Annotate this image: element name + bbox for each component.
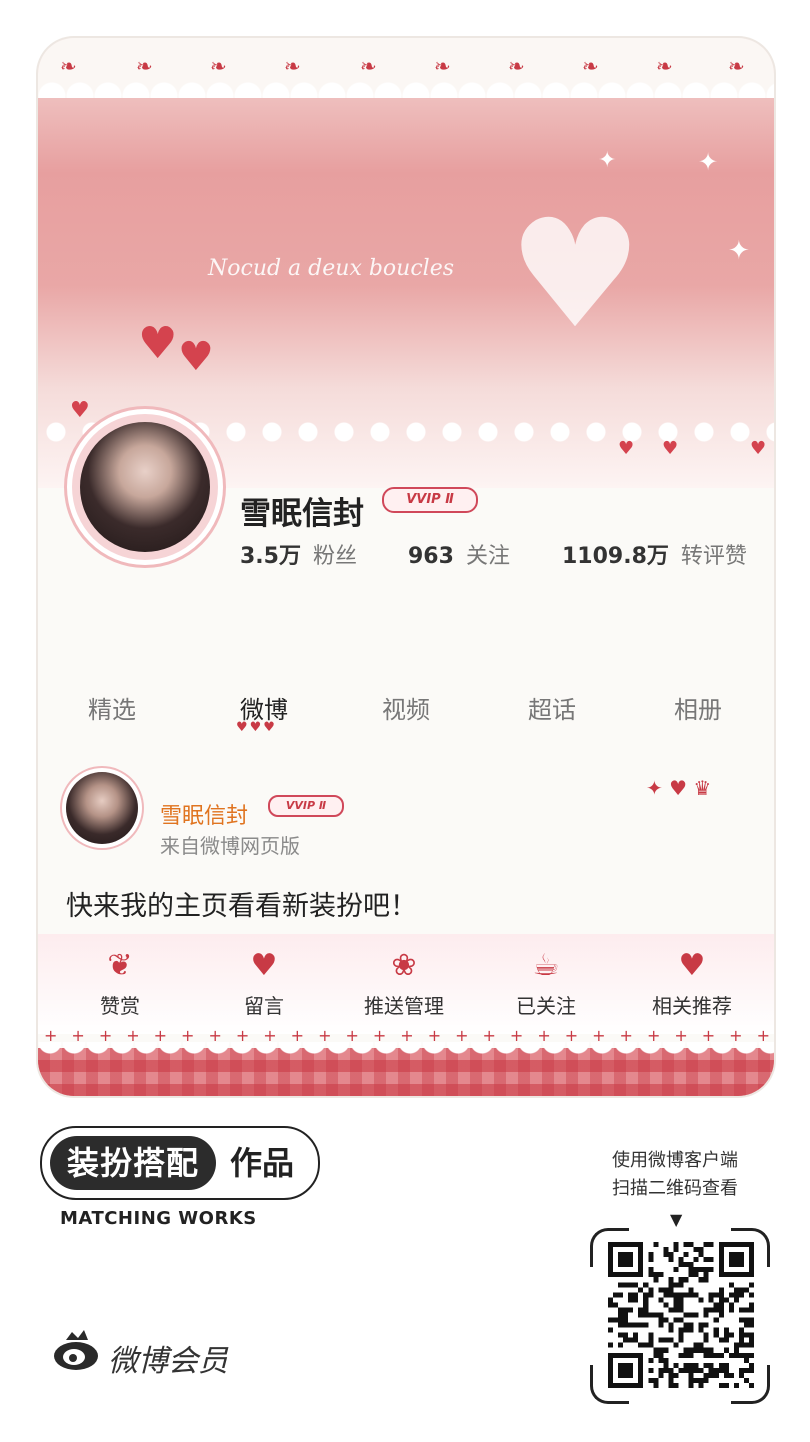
heart-icon: ♥ [662, 438, 679, 459]
bow-icon: ❧ [136, 54, 153, 78]
stat-label: 关注 [465, 544, 510, 569]
stat-following[interactable]: 963 关注 [408, 538, 510, 570]
badge-subtitle: 作品 [230, 1144, 295, 1182]
bow-icon: ❧ [284, 54, 301, 78]
teapot-icon: ☕ [532, 948, 560, 983]
heart-box-icon: ♥ [678, 948, 706, 983]
action-followed[interactable]: 已关注 [486, 990, 606, 1019]
heart-icon: ♥ [508, 188, 643, 362]
post-action-bar: ❦ 赞赏 ♥ 留言 ❀ 推送管理 ☕ 已关注 ♥ 相关推荐 [38, 934, 774, 1034]
post-vvip-badge[interactable]: VVIP Ⅱ [268, 795, 344, 817]
matching-works-label: MATCHING WORKS [60, 1208, 257, 1229]
heart-icon: ♥ [70, 398, 90, 423]
weibo-logo-icon [54, 1330, 98, 1370]
avatar[interactable] [80, 422, 210, 552]
active-tab-indicator: ♥♥♥ [236, 720, 277, 735]
badge-title: 装扮搭配 [50, 1136, 216, 1190]
qr-code[interactable] [608, 1242, 754, 1388]
bow-icon: ❧ [656, 54, 673, 78]
stat-interactions[interactable]: 1109.8万 转评赞 [562, 538, 747, 570]
tab-featured[interactable]: 精选 [52, 690, 172, 725]
bow-icon: ❧ [210, 54, 227, 78]
post-decoration: ✦ ♥ ♛ [646, 776, 712, 800]
stat-label: 转评赞 [680, 544, 747, 569]
stat-value: 3.5万 [240, 544, 301, 569]
lace-trim-bottom [38, 1042, 774, 1058]
star-icon: ✦ [728, 236, 750, 266]
bow-icon: ❧ [728, 54, 745, 78]
theme-preview-card: ❧ ❧ ❧ ❧ ❧ ❧ ❧ ❧ ❧ ❧ Nocud a deux boucles… [38, 38, 774, 1096]
bow-icon: ❧ [60, 54, 77, 78]
heart-icon: ♥ [178, 334, 214, 380]
bow-icon: ❧ [434, 54, 451, 78]
profile-tabs: 精选 微博 视频 超话 相册 [38, 690, 774, 740]
profile-name: 雪眠信封 [240, 496, 364, 532]
banner-script-text: Nocud a deux boucles [208, 256, 455, 281]
heart-icon: ♥ [618, 438, 635, 459]
scan-instruction-2: 扫描二维码查看 [612, 1178, 738, 1199]
post-avatar[interactable] [66, 772, 138, 844]
bow-icon: ❧ [360, 54, 377, 78]
heart-icon: ♥ [138, 318, 178, 369]
heart-gem-icon: ♥ [250, 948, 278, 983]
post-text: 快来我的主页看看新装扮吧！ [66, 891, 417, 922]
butterfly-icon: ❦ [107, 948, 133, 983]
tab-video[interactable]: 视频 [346, 690, 466, 725]
down-arrow-icon: ▼ [670, 1210, 683, 1229]
stat-fans[interactable]: 3.5万 粉丝 [240, 538, 357, 570]
action-push-manage[interactable]: 推送管理 [344, 990, 464, 1019]
action-comment[interactable]: 留言 [204, 990, 324, 1019]
matching-works-badge: 装扮搭配 作品 [40, 1126, 320, 1200]
scan-instruction-1: 使用微博客户端 [612, 1150, 738, 1171]
vvip-badge[interactable]: VVIP Ⅱ [382, 487, 478, 513]
profile-avatar-frame[interactable] [72, 414, 218, 560]
bow-icon: ❧ [582, 54, 599, 78]
stat-value: 963 [408, 544, 454, 569]
heart-icon: ♥ [750, 438, 767, 459]
tab-supertopic[interactable]: 超话 [492, 690, 612, 725]
cherry-icon: ❀ [391, 948, 417, 983]
weibo-vip-brand: 微博会员 [108, 1344, 228, 1379]
post-author-name[interactable]: 雪眠信封 [160, 798, 248, 830]
action-reward[interactable]: 赞赏 [60, 990, 180, 1019]
post-source: 来自微博网页版 [160, 834, 300, 858]
bow-icon: ❧ [508, 54, 525, 78]
tab-album[interactable]: 相册 [638, 690, 758, 725]
stat-value: 1109.8万 [562, 544, 669, 569]
stat-label: 粉丝 [312, 544, 357, 569]
star-icon: ✦ [698, 148, 719, 176]
action-recommend[interactable]: 相关推荐 [632, 990, 752, 1019]
star-icon: ✦ [598, 148, 617, 173]
